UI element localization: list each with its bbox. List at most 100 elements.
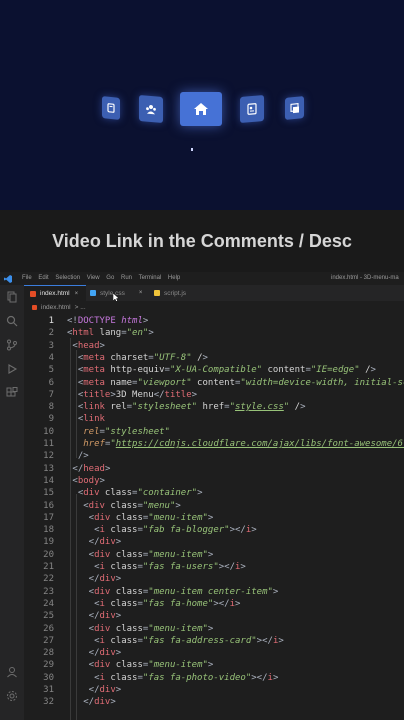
code-line[interactable]: 30 <i class="fas fa-photo-video"></i>	[24, 672, 404, 684]
code-text: <!DOCTYPE html>	[67, 316, 149, 326]
code-line[interactable]: 22 </div>	[24, 573, 404, 585]
tab-index-html[interactable]: index.html ×	[24, 285, 86, 301]
breadcrumb: index.html > ...	[24, 301, 404, 314]
menu-item-users[interactable]	[139, 94, 163, 124]
users-icon	[146, 104, 156, 114]
code-text: <div class="menu-item">	[88, 660, 214, 671]
caption-banner: Video Link in the Comments / Desc	[0, 210, 404, 272]
close-icon[interactable]: ×	[139, 290, 143, 296]
line-number: 32	[43, 697, 54, 708]
code-line[interactable]: 19 </div>	[24, 536, 404, 548]
code-line[interactable]: 2 <html lang="en">	[24, 327, 404, 339]
tab-label: index.html	[40, 290, 70, 297]
code-text: <i class="fab fa-blogger"></i>	[94, 525, 257, 536]
breadcrumb-rest: > ...	[74, 304, 86, 311]
code-text: <meta http-equiv="X-UA-Compatible" conte…	[77, 365, 376, 376]
code-text: <i class="fas fa-users"></i>	[94, 562, 246, 572]
code-line[interactable]: 5 <meta http-equiv="X-UA-Compatible" cont…	[24, 364, 404, 376]
code-line[interactable]: 14 <body>	[24, 475, 404, 487]
address-card-icon	[247, 103, 257, 115]
menu-help[interactable]: Help	[168, 275, 180, 281]
run-debug-icon[interactable]	[6, 363, 18, 375]
code-line[interactable]: 1 <!DOCTYPE html>	[24, 315, 404, 327]
line-number: 27	[43, 635, 54, 646]
code-text: <head>	[72, 340, 105, 351]
menu-item-blogger[interactable]	[102, 96, 120, 120]
code-text: </div>	[83, 697, 116, 708]
code-line[interactable]: 29 <div class="menu-item">	[24, 659, 404, 671]
code-line[interactable]: 26 <div class="menu-item">	[24, 623, 404, 635]
menu-terminal[interactable]: Terminal	[139, 275, 162, 281]
code-editor[interactable]: 1 <!DOCTYPE html> 2 <html lang="en"> 3 <head>…	[24, 314, 404, 720]
code-line[interactable]: 11 href="https://cdnjs.cloudflare.com/aja…	[24, 438, 404, 450]
close-icon[interactable]: ×	[75, 291, 79, 297]
code-line[interactable]: 17 <div class="menu-item">	[24, 512, 404, 524]
code-line[interactable]: 15 <div class="container">	[24, 487, 404, 499]
menu-item-address-card[interactable]	[240, 94, 264, 124]
menu-file[interactable]: File	[22, 275, 32, 281]
menu-item-home[interactable]	[180, 92, 222, 126]
code-line[interactable]: 3 <head>	[24, 340, 404, 352]
code-line[interactable]: 32 </div>	[24, 696, 404, 708]
code-text: <div class="menu">	[83, 500, 181, 511]
code-line[interactable]: 21 <i class="fas fa-users"></i>	[24, 561, 404, 573]
tab-style-css[interactable]: style.css ×	[90, 285, 150, 301]
window-title: index.html - 3D-menu-ma	[331, 275, 399, 281]
search-icon[interactable]	[6, 315, 18, 327]
title-bar: File Edit Selection View Go Run Terminal…	[0, 272, 404, 285]
line-number: 14	[43, 475, 54, 486]
line-number: 22	[43, 574, 54, 585]
explorer-icon[interactable]	[6, 291, 18, 303]
source-control-icon[interactable]	[6, 339, 18, 351]
code-line[interactable]: 9 <link	[24, 413, 404, 425]
line-number: 5	[48, 365, 54, 376]
code-line[interactable]: 8 <link rel="stylesheet" href="style.css"…	[24, 401, 404, 413]
code-line[interactable]: 31 </div>	[24, 684, 404, 696]
line-number: 11	[43, 439, 54, 449]
settings-gear-icon[interactable]	[6, 690, 18, 702]
code-line[interactable]: 13 </head>	[24, 463, 404, 475]
code-line[interactable]: 24 <i class="fas fa-home"></i>	[24, 598, 404, 610]
menu-go[interactable]: Go	[106, 275, 114, 281]
menu-bar: File Edit Selection View Go Run Terminal…	[22, 275, 185, 281]
code-line[interactable]: 28 </div>	[24, 647, 404, 659]
code-text: <body>	[72, 475, 105, 486]
menu-edit[interactable]: Edit	[38, 275, 48, 281]
line-number: 30	[43, 672, 54, 683]
code-text: <title>3D Menu</title>	[77, 389, 198, 400]
line-number: 25	[43, 611, 54, 622]
code-line[interactable]: 25 </div>	[24, 610, 404, 622]
breadcrumb-file[interactable]: index.html	[41, 304, 71, 311]
code-line[interactable]: 16 <div class="menu">	[24, 500, 404, 512]
line-number: 28	[43, 648, 54, 659]
code-text: </head>	[72, 463, 111, 474]
code-text: <html lang="en">	[67, 328, 154, 339]
code-line[interactable]: 4 <meta charset="UTF-8" />	[24, 352, 404, 364]
code-text: </div>	[88, 537, 122, 548]
menu-run[interactable]: Run	[121, 275, 132, 281]
code-text: />	[77, 451, 89, 462]
code-line[interactable]: 6 <meta name="viewport" content="width=de…	[24, 377, 404, 389]
menu-selection[interactable]: Selection	[55, 275, 80, 281]
code-line[interactable]: 27 <i class="fas fa-address-card"></i>	[24, 635, 404, 647]
code-text: <i class="fas fa-home"></i>	[94, 598, 241, 609]
code-line[interactable]: 20 <div class="menu-item">	[24, 549, 404, 561]
tab-label: script.js	[164, 289, 187, 297]
line-number: 16	[43, 500, 54, 511]
code-line[interactable]: 7 <title>3D Menu</title>	[24, 389, 404, 401]
code-line[interactable]: 23 <div class="menu-item center-item">	[24, 586, 404, 598]
line-number: 29	[43, 660, 54, 671]
menu-item-photo-video[interactable]	[285, 96, 304, 120]
menu-preview	[0, 0, 404, 210]
code-text: <meta name="viewport" content="width=dev…	[77, 377, 404, 388]
code-line[interactable]: 10 rel="stylesheet"	[24, 426, 404, 438]
code-text: <div class="menu-item">	[88, 549, 214, 560]
tab-script-js[interactable]: script.js	[154, 285, 214, 301]
code-line[interactable]: 18 <i class="fab fa-blogger"></i>	[24, 524, 404, 536]
photo-video-icon	[289, 102, 299, 113]
extensions-icon[interactable]	[6, 387, 18, 399]
code-line[interactable]: 12 />	[24, 450, 404, 462]
account-icon[interactable]	[6, 666, 18, 678]
code-text: href="https://cdnjs.cloudflare.com/ajax/…	[83, 439, 404, 449]
menu-view[interactable]: View	[87, 275, 100, 281]
